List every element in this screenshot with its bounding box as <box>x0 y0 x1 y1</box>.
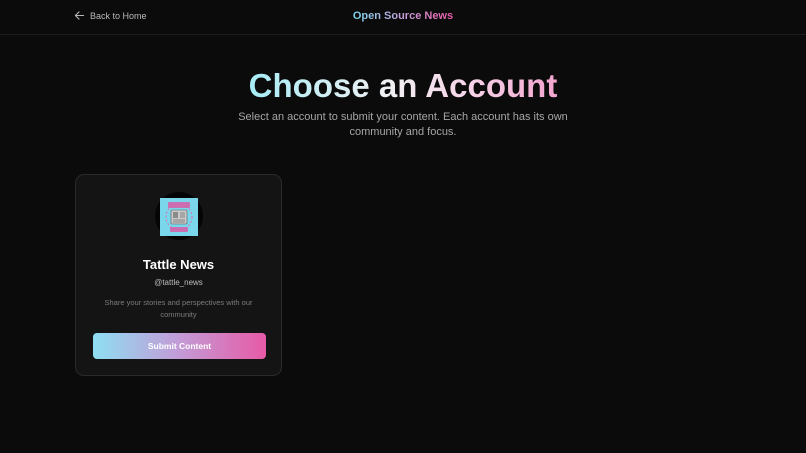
page-title: Choose an Account <box>0 66 806 106</box>
account-avatar-logo <box>160 198 198 236</box>
brand-text: Open Source News <box>352 10 454 22</box>
top-navigation-bar: Back to Home Open Source News <box>0 0 806 35</box>
submit-content-button[interactable]: Submit Content <box>93 333 266 359</box>
account-description: Share your stories and perspectives with… <box>104 298 253 319</box>
brand-title[interactable]: Open Source News <box>0 10 806 22</box>
account-name: Tattle News <box>142 257 215 272</box>
page-subtitle: Select an account to submit your content… <box>238 111 568 138</box>
account-card-tattle-news: Tattle News @tattle_news Share your stor… <box>75 174 282 376</box>
page-title-text: Choose an Account <box>248 67 558 104</box>
tattle-news-logo-icon <box>160 198 198 236</box>
account-handle: @tattle_news <box>154 278 203 287</box>
